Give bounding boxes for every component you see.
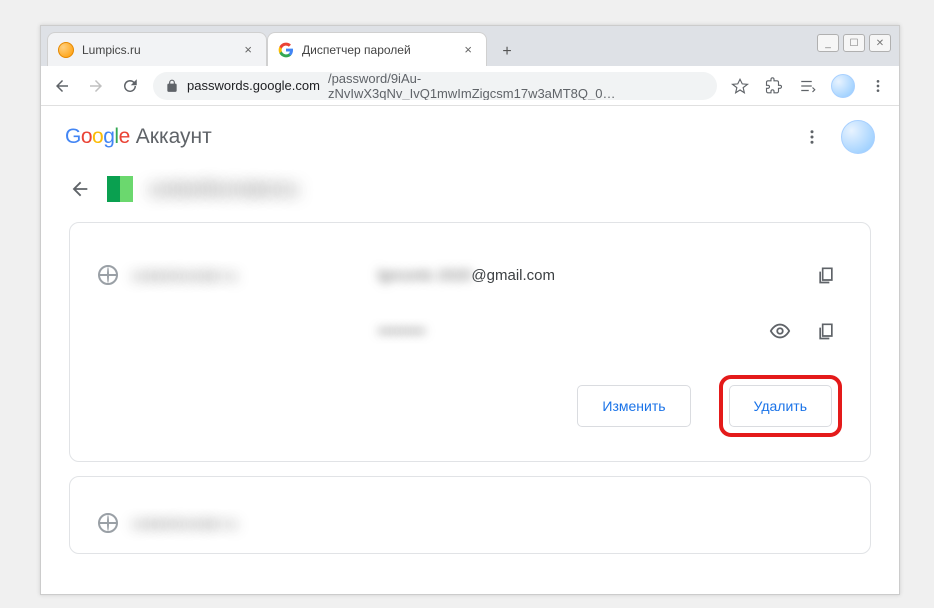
- browser-window: _ ☐ ✕ Lumpics.ru × Диспетчер паролей × +: [40, 25, 900, 595]
- username-value: lgncontc 2020@gmail.com: [378, 267, 810, 284]
- username-row: contentmonster ru lgncontc 2020@gmail.co…: [98, 247, 842, 303]
- tab-title: Lumpics.ru: [82, 43, 141, 57]
- password-masked: •••••••••: [378, 323, 425, 340]
- next-entry-site: contentmonster ru: [132, 516, 237, 531]
- window-close-button[interactable]: ✕: [869, 34, 891, 52]
- account-avatar[interactable]: [841, 120, 875, 154]
- next-entry-card: contentmonster ru: [69, 476, 871, 554]
- window-controls: _ ☐ ✕: [817, 34, 891, 52]
- tab-strip: Lumpics.ru × Диспетчер паролей × +: [41, 26, 899, 66]
- globe-icon: [98, 513, 118, 533]
- entry-site-label: contentmonster ru: [132, 268, 237, 283]
- password-entry-card: contentmonster ru lgncontc 2020@gmail.co…: [69, 222, 871, 462]
- globe-icon: [98, 265, 118, 285]
- show-password-button[interactable]: [764, 315, 796, 347]
- url-path: /password/9iAu-zNvIwX3qNv_IvQ1mwImZigcsm…: [328, 72, 705, 100]
- lock-icon: [165, 79, 179, 93]
- app-menu-button[interactable]: [801, 126, 823, 148]
- site-name-heading: contenthomstercru: [149, 179, 298, 200]
- edit-button[interactable]: Изменить: [577, 385, 690, 427]
- reload-button[interactable]: [119, 75, 141, 97]
- delete-button[interactable]: Удалить: [729, 385, 832, 427]
- window-maximize-button[interactable]: ☐: [843, 34, 865, 52]
- account-word: Аккаунт: [136, 125, 212, 149]
- toolbar-right: [729, 74, 889, 98]
- password-row: •••••••••: [98, 303, 842, 359]
- extensions-button[interactable]: [763, 75, 785, 97]
- back-button[interactable]: [51, 75, 73, 97]
- username-clear-part: @gmail.com: [471, 267, 555, 284]
- address-bar[interactable]: passwords.google.com/password/9iAu-zNvIw…: [153, 72, 717, 100]
- url-host: passwords.google.com: [187, 78, 320, 93]
- tab-lumpics[interactable]: Lumpics.ru ×: [47, 32, 267, 66]
- maximize-glyph: ☐: [850, 38, 859, 49]
- header-right: [801, 120, 875, 154]
- google-account-logo[interactable]: Google Аккаунт: [65, 125, 212, 149]
- copy-username-button[interactable]: [810, 259, 842, 291]
- close-glyph: ✕: [876, 38, 884, 49]
- minimize-glyph: _: [825, 38, 831, 49]
- profile-avatar-button[interactable]: [831, 74, 855, 98]
- favicon-orange-icon: [58, 42, 74, 58]
- new-tab-button[interactable]: +: [493, 38, 521, 66]
- password-value: •••••••••: [378, 323, 764, 340]
- reading-list-button[interactable]: [797, 75, 819, 97]
- username-blurred-part: lgncontc 2020: [378, 267, 471, 284]
- copy-password-button[interactable]: [810, 315, 842, 347]
- google-logo: Google: [65, 125, 130, 149]
- app-header: Google Аккаунт: [41, 106, 899, 168]
- bookmark-star-button[interactable]: [729, 75, 751, 97]
- tab-password-manager[interactable]: Диспетчер паролей ×: [267, 32, 487, 66]
- tab-close-button[interactable]: ×: [240, 42, 256, 57]
- forward-button[interactable]: [85, 75, 107, 97]
- page-back-button[interactable]: [69, 178, 91, 200]
- site-favicon-icon: [107, 176, 133, 202]
- page-content: Google Аккаунт contenthomstercru conte: [41, 106, 899, 594]
- edit-button-label: Изменить: [602, 398, 665, 414]
- tab-title: Диспетчер паролей: [302, 43, 411, 57]
- delete-button-label: Удалить: [754, 398, 807, 414]
- favicon-google-icon: [278, 42, 294, 58]
- page-title-row: contenthomstercru: [41, 168, 899, 222]
- highlight-ring: Удалить: [719, 375, 842, 437]
- window-minimize-button[interactable]: _: [817, 34, 839, 52]
- tab-close-button[interactable]: ×: [460, 42, 476, 57]
- browser-menu-button[interactable]: [867, 75, 889, 97]
- browser-toolbar: passwords.google.com/password/9iAu-zNvIw…: [41, 66, 899, 106]
- next-entry-header-row: contentmonster ru: [98, 501, 842, 545]
- card-actions: Изменить Удалить: [98, 359, 842, 437]
